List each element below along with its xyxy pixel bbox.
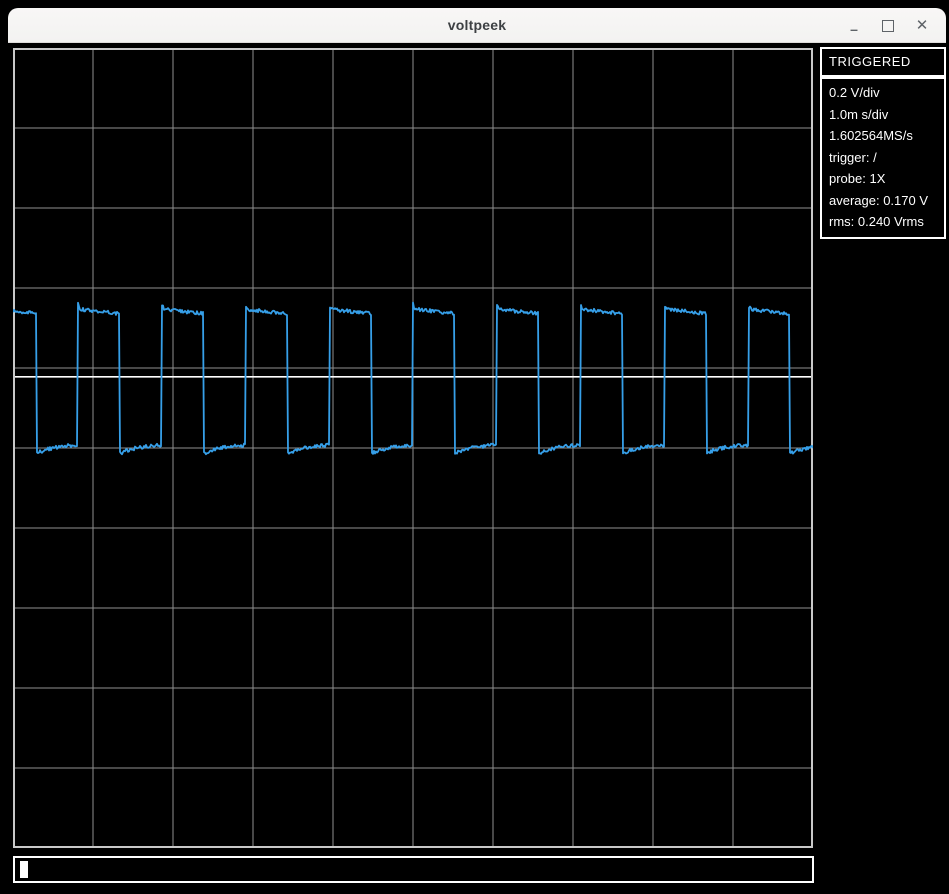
stat-volts-per-div: 0.2 V/div bbox=[829, 85, 880, 100]
stat-rms: rms: 0.240 Vrms bbox=[829, 214, 924, 229]
minimize-button[interactable]: – bbox=[844, 16, 864, 36]
command-input[interactable] bbox=[13, 856, 814, 883]
stat-probe: probe: 1X bbox=[829, 171, 886, 186]
window-title: voltpeek bbox=[447, 17, 507, 33]
scope-canvas bbox=[13, 48, 813, 848]
text-cursor bbox=[20, 861, 28, 878]
close-button[interactable]: ✕ bbox=[912, 16, 932, 36]
close-icon: ✕ bbox=[915, 17, 929, 34]
minimize-icon: – bbox=[850, 20, 858, 37]
info-panel: TRIGGERED 0.2 V/div 1.0m s/div 1.602564M… bbox=[820, 47, 946, 239]
scope-stats: 0.2 V/div 1.0m s/div 1.602564MS/s trigge… bbox=[820, 77, 946, 239]
app-window: { "window": { "title": "voltpeek", "cont… bbox=[0, 0, 949, 894]
scope-grid bbox=[13, 48, 813, 848]
scope-display bbox=[13, 48, 813, 848]
stat-sample-rate: 1.602564MS/s bbox=[829, 128, 913, 143]
stat-time-per-div: 1.0m s/div bbox=[829, 106, 889, 122]
maximize-icon bbox=[882, 19, 894, 32]
titlebar: voltpeek – ✕ bbox=[8, 8, 946, 43]
stat-average: average: 0.170 V bbox=[829, 192, 929, 208]
trigger-status-badge: TRIGGERED bbox=[820, 47, 946, 77]
maximize-button[interactable] bbox=[878, 16, 898, 36]
window-controls: – ✕ bbox=[844, 8, 932, 43]
stat-trigger-edge: trigger: / bbox=[829, 149, 877, 165]
